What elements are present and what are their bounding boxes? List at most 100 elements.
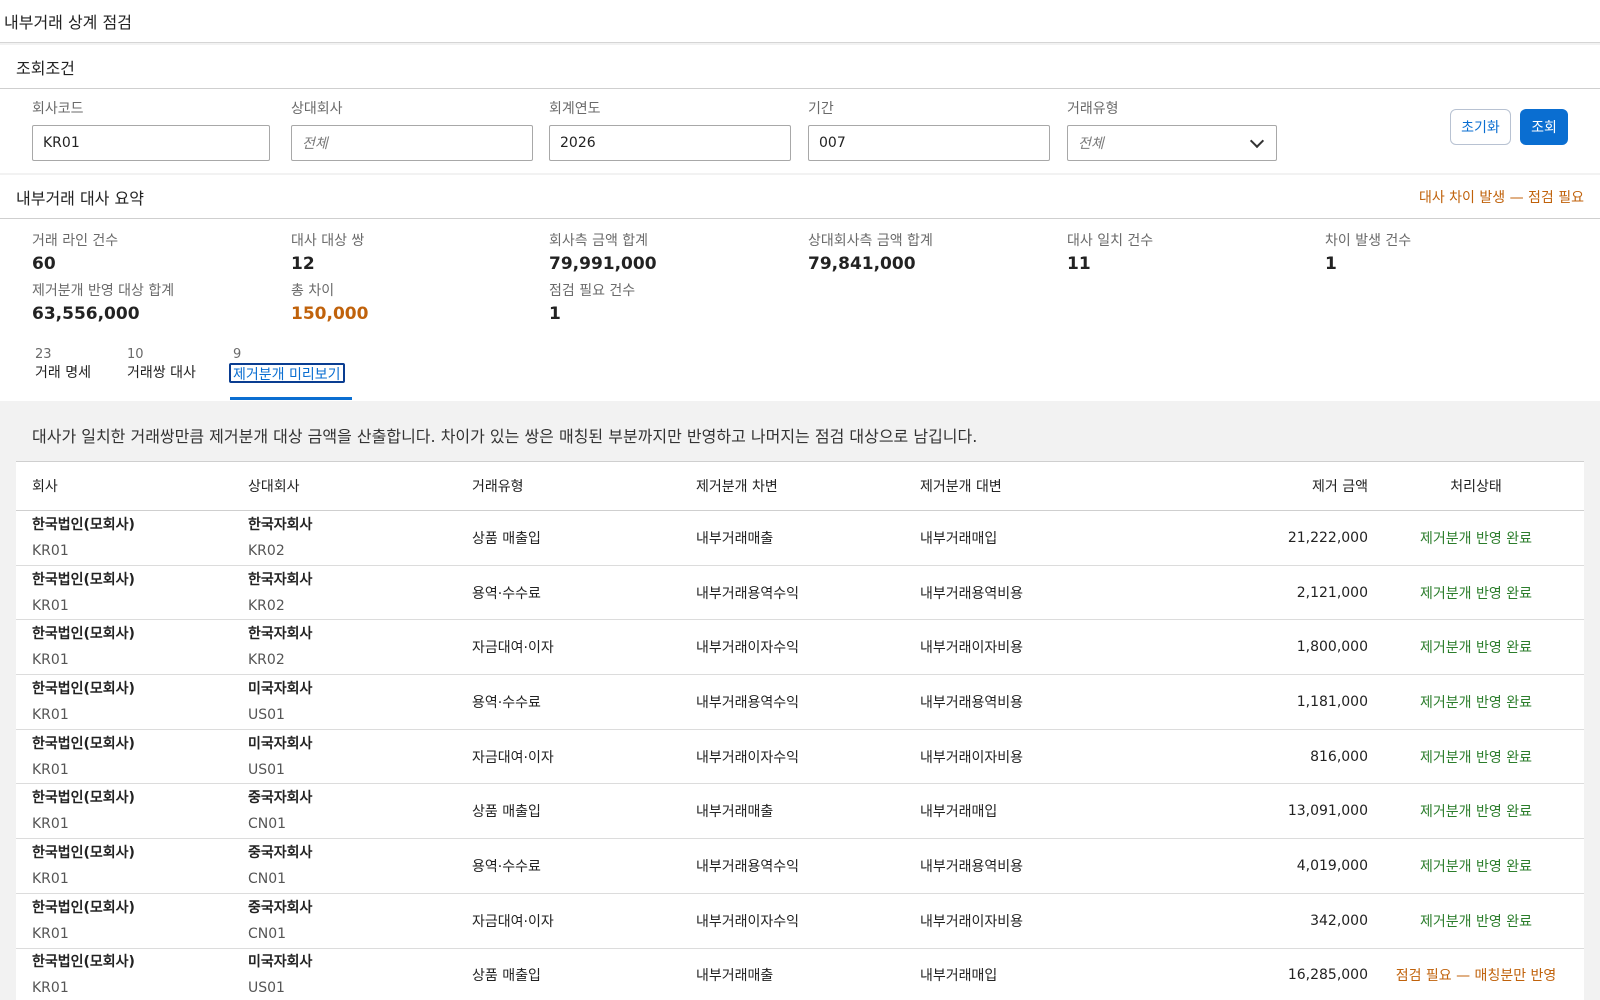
partner-name: 미국자회사 xyxy=(248,954,313,971)
filter-panel-header: 조회조건 xyxy=(0,45,1600,89)
credit-cell: 내부거래용역비용 xyxy=(920,585,1024,602)
page-title: 내부거래 상계 점검 xyxy=(4,13,132,32)
company-code: KR01 xyxy=(32,761,69,778)
kpi-value: 150,000 xyxy=(291,304,369,324)
status-cell: 점검 필요 — 매칭분만 반영 xyxy=(1395,968,1557,985)
kpi-value: 63,556,000 xyxy=(32,304,140,324)
tab-elimination-preview[interactable]: 9 제거분개 미리보기 xyxy=(229,347,345,383)
tab-count: 10 xyxy=(127,347,144,362)
status-cell: 제거분개 반영 완료 xyxy=(1420,913,1532,930)
partner-code: US01 xyxy=(248,761,285,778)
table-row[interactable]: 한국법인(모회사) KR01 중국자회사 CN01 용역·수수료 내부거래용역수익 … xyxy=(16,839,1584,894)
partner-name: 한국자회사 xyxy=(248,626,313,643)
kpi-value: 79,841,000 xyxy=(808,254,916,274)
debit-cell: 내부거래매출 xyxy=(696,804,774,821)
partner-code: US01 xyxy=(248,706,285,723)
debit-cell: 내부거래용역수익 xyxy=(696,858,800,875)
company-code-label: 회사코드 xyxy=(32,101,84,117)
status-cell: 제거분개 반영 완료 xyxy=(1420,585,1532,602)
partner-name: 한국자회사 xyxy=(248,571,313,588)
txn-type-select[interactable]: 전체 xyxy=(1067,125,1277,161)
table-row[interactable]: 한국법인(모회사) KR01 미국자회사 US01 용역·수수료 내부거래용역수익 … xyxy=(16,675,1584,730)
partner-input[interactable]: 전체 xyxy=(291,125,533,161)
partner-name: 미국자회사 xyxy=(248,735,313,752)
elimination-table: 회사 상대회사 거래유형 제거분개 차변 제거분개 대변 제거 금액 처리상태 … xyxy=(16,461,1584,1000)
column-header[interactable]: 상대회사 xyxy=(248,462,300,510)
partner-code: KR02 xyxy=(248,597,285,614)
table-row[interactable]: 한국법인(모회사) KR01 중국자회사 CN01 자금대여·이자 내부거래이자수익… xyxy=(16,894,1584,949)
column-header[interactable]: 거래유형 xyxy=(472,462,524,510)
kpi-review-count: 점검 필요 건수 1 xyxy=(549,281,635,327)
kpi-pair-count: 대사 대상 쌍 12 xyxy=(291,231,364,277)
status-cell: 제거분개 반영 완료 xyxy=(1420,858,1532,875)
amount-cell: 4,019,000 xyxy=(1296,857,1368,874)
txn-type-cell: 자금대여·이자 xyxy=(472,640,554,657)
company-code-input[interactable]: KR01 xyxy=(32,125,270,161)
txn-type-cell: 상품 매출입 xyxy=(472,804,541,821)
tab-count: 23 xyxy=(35,347,52,362)
search-button[interactable]: 조회 xyxy=(1520,109,1568,145)
kpi-label: 회사측 금액 합계 xyxy=(549,233,649,249)
company-code: KR01 xyxy=(32,542,69,559)
kpi-partner-total: 상대회사측 금액 합계 79,841,000 xyxy=(808,231,933,277)
company-code: KR01 xyxy=(32,925,69,942)
partner-name: 미국자회사 xyxy=(248,680,313,697)
table-row[interactable]: 한국법인(모회사) KR01 중국자회사 CN01 상품 매출입 내부거래매출 내부… xyxy=(16,784,1584,840)
credit-cell: 내부거래매입 xyxy=(920,804,998,821)
status-cell: 제거분개 반영 완료 xyxy=(1420,530,1532,547)
tab-pair-reconciliation[interactable]: 10 거래쌍 대사 xyxy=(127,347,196,383)
table-row[interactable]: 한국법인(모회사) KR01 한국자회사 KR02 용역·수수료 내부거래용역수익 … xyxy=(16,566,1584,621)
kpi-value: 79,991,000 xyxy=(549,254,657,274)
column-header[interactable]: 제거분개 대변 xyxy=(920,462,1002,510)
partner-label: 상대회사 xyxy=(291,101,343,117)
kpi-company-total: 회사측 금액 합계 79,991,000 xyxy=(549,231,657,277)
partner-name: 중국자회사 xyxy=(248,899,313,916)
partner-code: CN01 xyxy=(248,816,287,833)
kpi-label: 대사 대상 쌍 xyxy=(291,233,365,249)
fiscal-year-input[interactable]: 2026 xyxy=(549,125,791,161)
fiscal-year-label: 회계연도 xyxy=(549,101,601,117)
column-header[interactable]: 제거분개 차변 xyxy=(696,462,778,510)
credit-cell: 내부거래매입 xyxy=(920,968,998,985)
credit-cell: 내부거래이자비용 xyxy=(920,749,1024,766)
column-header[interactable]: 제거 금액 xyxy=(1116,462,1368,510)
kpi-diff-count: 차이 발생 건수 1 xyxy=(1325,231,1411,277)
company-code: KR01 xyxy=(32,980,69,997)
filter-panel-title: 조회조건 xyxy=(16,58,75,78)
partner-code: KR02 xyxy=(248,542,285,559)
column-header[interactable]: 회사 xyxy=(32,462,58,510)
table-row[interactable]: 한국법인(모회사) KR01 한국자회사 KR02 자금대여·이자 내부거래이자수익… xyxy=(16,620,1584,676)
column-header[interactable]: 처리상태 xyxy=(1376,462,1576,510)
summary-panel-title: 내부거래 대사 요약 xyxy=(16,188,144,208)
company-name: 한국법인(모회사) xyxy=(32,954,135,971)
tab-count: 9 xyxy=(233,347,242,362)
partner-code: CN01 xyxy=(248,870,287,887)
fiscal-year-field: 회계연도 2026 xyxy=(549,99,791,161)
table-row[interactable]: 한국법인(모회사) KR01 한국자회사 KR02 상품 매출입 내부거래매출 내부… xyxy=(16,511,1584,566)
debit-cell: 내부거래용역수익 xyxy=(696,694,800,711)
reconciliation-alert: 대사 차이 발생 — 점검 필요 xyxy=(1418,189,1584,206)
tab-transaction-details[interactable]: 23 거래 명세 xyxy=(35,347,91,383)
kpi-label: 상대회사측 금액 합계 xyxy=(808,233,933,249)
company-code-field: 회사코드 KR01 xyxy=(32,99,270,161)
table-row[interactable]: 한국법인(모회사) KR01 미국자회사 US01 자금대여·이자 내부거래이자수익… xyxy=(16,730,1584,785)
tab-bar: 23 거래 명세 10 거래쌍 대사 9 제거분개 미리보기 xyxy=(0,335,1600,401)
debit-cell: 내부거래이자수익 xyxy=(696,749,800,766)
kpi-value: 12 xyxy=(291,254,315,274)
summary-panel: 내부거래 대사 요약 대사 차이 발생 — 점검 필요 거래 라인 건수 60 … xyxy=(0,175,1600,335)
company-name: 한국법인(모회사) xyxy=(32,790,135,807)
tab-label: 제거분개 미리보기 xyxy=(229,363,345,383)
period-field: 기간 007 xyxy=(808,99,1050,161)
reset-button[interactable]: 초기화 xyxy=(1450,109,1511,145)
debit-cell: 내부거래이자수익 xyxy=(696,640,800,657)
partner-name: 중국자회사 xyxy=(248,790,313,807)
company-name: 한국법인(모회사) xyxy=(32,626,135,643)
preview-description: 대사가 일치한 거래쌍만큼 제거분개 대상 금액을 산출합니다. 차이가 있는 … xyxy=(32,427,978,446)
table-row[interactable]: 한국법인(모회사) KR01 미국자회사 US01 상품 매출입 내부거래매출 내부… xyxy=(16,949,1584,1000)
status-cell: 제거분개 반영 완료 xyxy=(1420,640,1532,657)
period-input[interactable]: 007 xyxy=(808,125,1050,161)
table-header-row: 회사 상대회사 거래유형 제거분개 차변 제거분개 대변 제거 금액 처리상태 xyxy=(16,462,1584,511)
kpi-label: 제거분개 반영 대상 합계 xyxy=(32,283,175,299)
filter-panel: 조회조건 회사코드 KR01 상대회사 전체 회계연도 2026 기간 007 … xyxy=(0,45,1600,173)
tab-label: 거래 명세 xyxy=(35,365,91,381)
